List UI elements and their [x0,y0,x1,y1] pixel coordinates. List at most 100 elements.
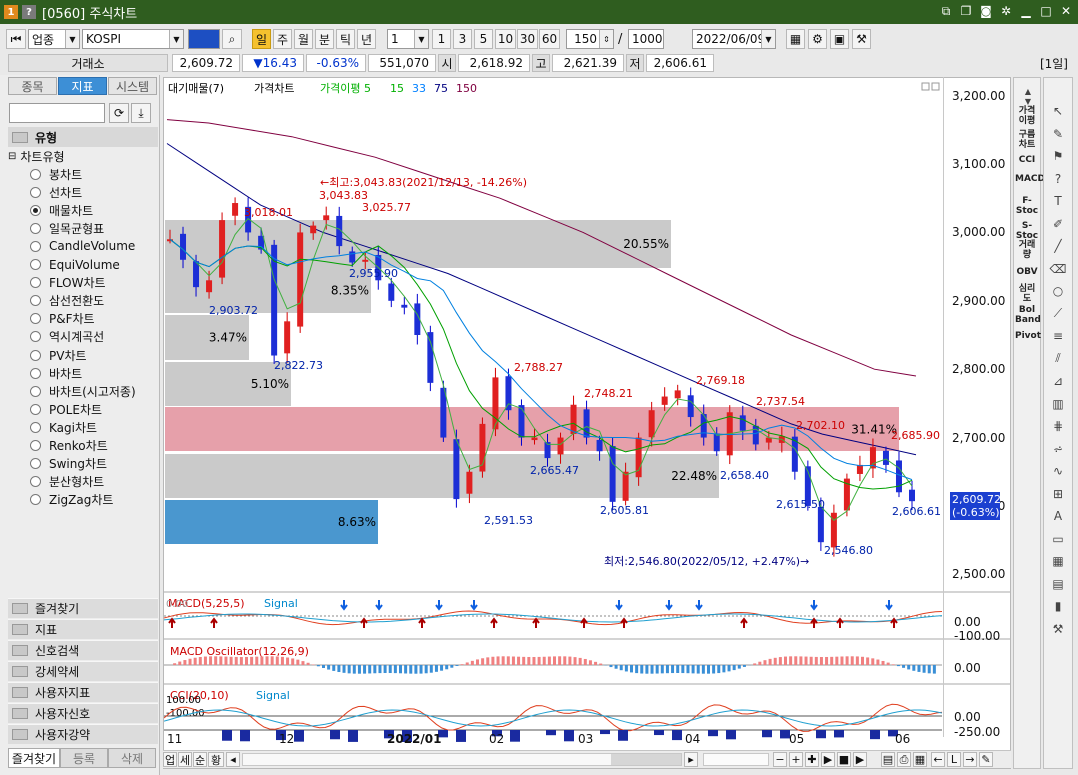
cursor-icon[interactable]: ↖ [1048,102,1068,120]
radio-icon[interactable] [30,421,41,433]
indicator-tool[interactable]: Bol Band [1015,305,1041,325]
radio-icon[interactable] [30,494,41,506]
tree-root[interactable]: ⊟ 차트유형 [8,147,65,165]
scrollbar-thumb[interactable] [611,754,681,765]
tab-stock[interactable]: 종목 [8,77,57,95]
minute-select[interactable]: 1 ▼ [387,29,429,49]
legend-item[interactable]: 33 [412,82,426,95]
help-icon[interactable]: ? [1048,170,1068,188]
maximize-icon[interactable]: □ [1038,3,1054,19]
wave-icon[interactable]: ∿ [1048,462,1068,480]
radio-icon[interactable] [30,403,41,415]
radio-icon[interactable] [30,222,41,234]
chart-type-item[interactable]: CandleVolume [30,237,135,255]
radio-icon[interactable] [30,295,41,307]
radio-icon[interactable] [30,186,41,198]
text-icon[interactable]: T [1048,192,1068,210]
chart-icon[interactable]: ▦ [786,29,805,49]
trend-icon[interactable]: ⟋ [1048,305,1068,323]
minimize-icon[interactable]: ▁ [1018,3,1034,19]
exchange-label[interactable]: 거래소 [8,54,168,72]
play-icon[interactable]: ▶ [821,752,835,767]
chart-type-item[interactable]: Swing차트 [30,455,107,473]
line-icon[interactable]: ╱ [1048,237,1068,255]
code-input[interactable] [188,29,220,49]
indicator-tool[interactable]: 심리도 [1015,284,1039,304]
chevron-down-icon[interactable]: ▼ [169,30,183,48]
arrow-right-icon[interactable]: → [963,752,977,767]
chart-type-item[interactable]: EquiVolume [30,256,120,274]
radio-icon[interactable] [30,259,41,270]
tab-system[interactable]: 시스템 [108,77,157,95]
chart-type-item[interactable]: FLOW차트 [30,274,106,292]
interval-60-button[interactable]: 60 [539,29,560,49]
radio-icon[interactable] [30,277,41,289]
section-header[interactable]: 사용자강약 [8,724,158,744]
first-icon[interactable]: ⏮ [6,29,26,49]
zoom-slider[interactable] [703,753,769,766]
calendar-icon[interactable]: ▦ [1048,552,1068,570]
legend-item[interactable]: 150 [456,82,477,95]
settings-icon[interactable]: ✲ [998,3,1014,19]
section-header[interactable]: 신호검색 [8,640,158,660]
chart-type-item[interactable]: 역시계곡선 [30,328,104,346]
auto-icon[interactable]: A [1048,507,1068,525]
period-month-button[interactable]: 월 [294,29,313,49]
indicator-tool[interactable]: 거래량 [1015,240,1039,260]
bottom-button-sun[interactable]: 순 [193,752,207,767]
chart-type-item[interactable]: Renko차트 [30,437,108,455]
section-header[interactable]: 지표 [8,619,158,639]
radio-icon[interactable] [30,204,41,216]
scroll-right-icon[interactable]: ▸ [684,752,698,767]
cycle-icon[interactable]: ⊞ [1048,485,1068,503]
interval-1-button[interactable]: 1 [432,29,451,49]
indicator-search-input[interactable] [9,103,105,123]
chart-type-item[interactable]: 분산형차트 [30,473,104,491]
chart-icon[interactable]: ▤ [1048,575,1068,593]
radio-icon[interactable] [30,313,41,325]
brush-icon[interactable]: ✐ [1048,215,1068,233]
chart-type-item[interactable]: 선차트 [30,183,82,201]
zoom-out-icon[interactable]: − [773,752,787,767]
chart-type-item[interactable]: ZigZag차트 [30,491,113,509]
copy-icon[interactable]: ❐ [958,3,974,19]
footer-delete-tab[interactable]: 삭제 [108,748,156,768]
date-select[interactable]: 2022/06/09 ▼ [692,29,776,49]
excel-icon[interactable]: ▤ [881,752,895,767]
config-icon[interactable]: ⚙ [808,29,827,49]
radio-icon[interactable] [30,440,41,451]
bottom-button-se[interactable]: 세 [178,752,192,767]
indicator-tool[interactable]: 구름차트 [1015,130,1039,150]
legend-item[interactable]: 75 [434,82,448,95]
chart-type-item[interactable]: POLE차트 [30,400,102,418]
period-tick-button[interactable]: 틱 [336,29,355,49]
all-icon[interactable]: ⚑ [1048,147,1068,165]
radio-icon[interactable] [30,367,41,379]
radio-icon[interactable] [30,331,41,343]
indicator-tool[interactable]: OBV [1015,267,1039,277]
chart-svg[interactable]: 20.55%8.35%3.47%5.10%31.41%22.48%8.63%3,… [164,78,1010,768]
count-stepper[interactable]: 150 ⇕ [566,29,614,49]
chart-type-item[interactable]: PV차트 [30,346,87,364]
chart-type-item[interactable]: 바차트(시고저종) [30,382,136,400]
section-type-header[interactable]: 유형 [8,127,158,147]
section-header[interactable]: 즐겨찾기 [8,598,158,618]
interval-3-button[interactable]: 3 [453,29,472,49]
search-icon[interactable]: ⌕ [222,29,242,49]
image-icon[interactable]: ▦ [913,752,927,767]
footer-favorites-tab[interactable]: 즐겨찾기 [8,748,60,768]
chevron-down-icon[interactable]: ▼ [761,30,775,48]
tools-icon[interactable]: ⚒ [852,29,871,49]
legend-item[interactable]: 가격차트 [254,82,294,95]
chevron-down-icon[interactable]: ▼ [65,30,79,48]
chart-type-item[interactable]: P&F차트 [30,310,95,328]
close-icon[interactable]: ✕ [1058,3,1074,19]
chart-type-item[interactable]: 매물차트 [30,201,93,219]
count-total-input[interactable]: 1000 [628,29,664,49]
next-icon[interactable]: ▶ [853,752,867,767]
grid-icon[interactable]: ▥ [1048,395,1068,413]
radio-icon[interactable] [30,385,41,397]
chart-type-item[interactable]: 일목균형표 [30,219,104,237]
chevron-down-icon[interactable]: ▼ [414,30,428,48]
period-week-button[interactable]: 주 [273,29,292,49]
